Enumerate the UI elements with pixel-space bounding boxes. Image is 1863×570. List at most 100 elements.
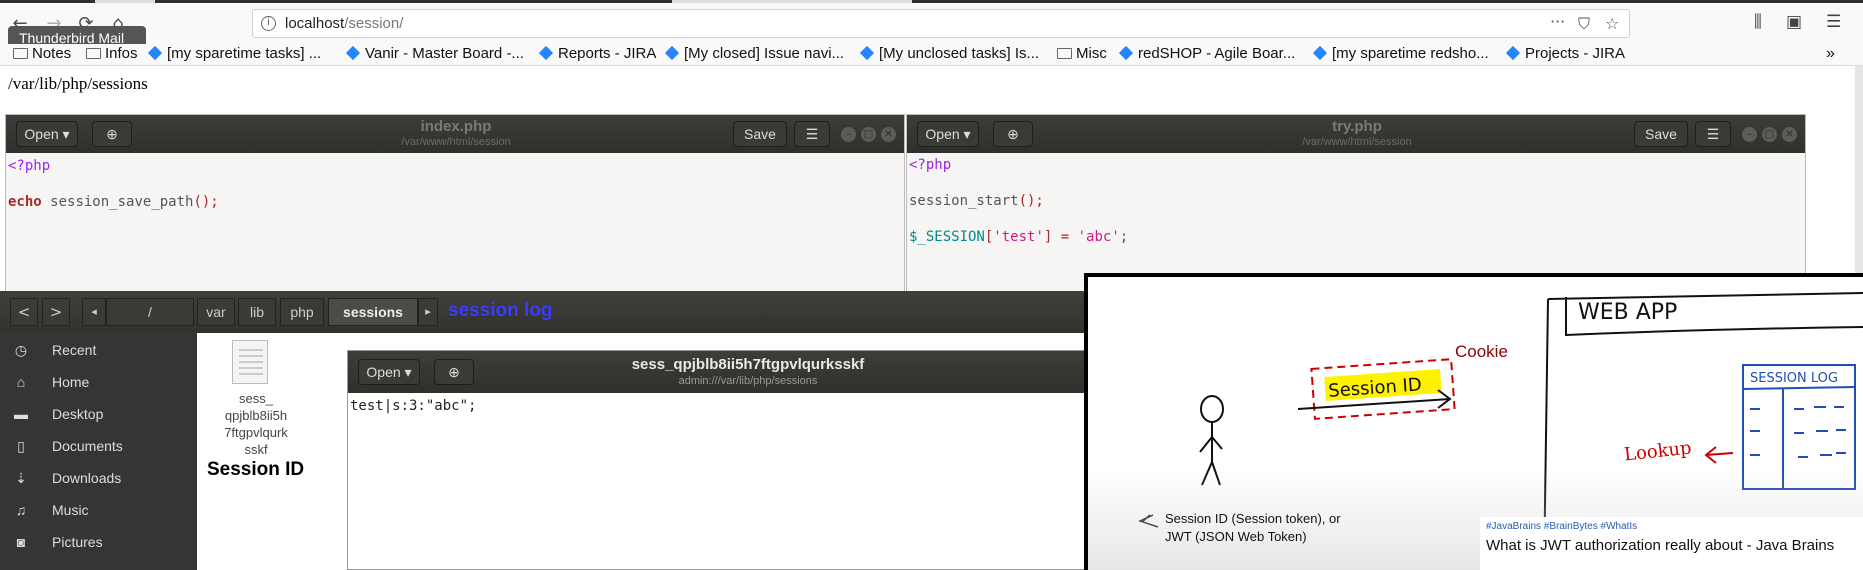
- code-line[interactable]: echo session_save_path();: [8, 194, 219, 210]
- save-button[interactable]: Save: [1634, 121, 1688, 147]
- breadcrumb-sessions[interactable]: sessions: [328, 298, 418, 326]
- sidebar-item-home[interactable]: ⌂ Home: [0, 367, 197, 399]
- text-file-icon[interactable]: [232, 340, 268, 384]
- editor-subtitle: /var/www/html/session: [1302, 136, 1412, 148]
- breadcrumb-lib[interactable]: lib: [238, 298, 276, 326]
- jira-icon: [538, 45, 554, 61]
- camera-icon: ◙: [16, 534, 26, 550]
- sidebar-toggle-icon[interactable]: ▣: [1786, 12, 1802, 32]
- document-icon: ▯: [17, 438, 25, 454]
- bookmark-item[interactable]: [My closed] Issue navi...: [664, 45, 844, 62]
- cookie-label: Cookie: [1455, 342, 1508, 361]
- sidebar-item-label: Documents: [52, 438, 123, 454]
- sidebar-item-recent[interactable]: ◷ Recent: [0, 335, 197, 367]
- breadcrumb-root[interactable]: /: [106, 298, 194, 326]
- hamburger-menu-icon[interactable]: ☰: [794, 121, 830, 147]
- open-button[interactable]: Open ▾: [917, 121, 979, 147]
- bookmark-item[interactable]: Vanir - Master Board -...: [345, 45, 524, 62]
- code-line[interactable]: session_start();: [909, 193, 1044, 209]
- open-button[interactable]: Open ▾: [16, 121, 78, 147]
- url-text[interactable]: localhost/session/: [285, 15, 403, 32]
- clock-icon: ◷: [14, 342, 28, 358]
- bookmark-item[interactable]: Misc: [1057, 45, 1107, 62]
- url-bar[interactable]: i localhost/session/ ··· ⛉ ☆: [252, 9, 1630, 38]
- code-line[interactable]: <?php: [8, 158, 50, 174]
- bookmark-item[interactable]: [my sparetime redsho...: [1312, 45, 1489, 62]
- breadcrumb-right-arrow[interactable]: ▸: [418, 298, 438, 326]
- download-icon: ⇣: [15, 470, 27, 486]
- places-sidebar: ◷ Recent ⌂ Home ▬ Desktop ▯ Documents ⇣ Downl…: [0, 333, 197, 570]
- caption-line: Session ID (Session token), or: [1165, 511, 1341, 526]
- pocket-icon[interactable]: ⛉: [1578, 14, 1590, 34]
- scrollbar[interactable]: [1855, 66, 1863, 276]
- bookmark-item[interactable]: Infos: [86, 45, 138, 62]
- minimize-icon[interactable]: –: [1742, 127, 1757, 142]
- hamburger-menu-icon[interactable]: ☰: [1695, 121, 1731, 147]
- open-label: Open: [925, 126, 960, 142]
- new-tab-button[interactable]: ⊕: [92, 121, 132, 147]
- maximize-icon[interactable]: □: [1762, 127, 1777, 142]
- sidebar-item-desktop[interactable]: ▬ Desktop: [0, 399, 197, 431]
- jira-icon: [859, 45, 875, 61]
- tab-strip: [0, 0, 1863, 3]
- sidebar-item-documents[interactable]: ▯ Documents: [0, 431, 197, 463]
- bookmark-star-icon[interactable]: ☆: [1605, 14, 1619, 33]
- file-name[interactable]: sess_ qpjblb8ii5h 7ftgpvlqurk sskf: [200, 390, 312, 458]
- sidebar-item-downloads[interactable]: ⇣ Downloads: [0, 463, 197, 495]
- sidebar-item-pictures[interactable]: ◙ Pictures: [0, 527, 197, 559]
- video-title[interactable]: What is JWT authorization really about -…: [1486, 537, 1834, 554]
- back-arrow-icon[interactable]: <: [10, 298, 38, 326]
- page-actions-icon[interactable]: ···: [1550, 12, 1565, 31]
- jira-icon: [1312, 45, 1328, 61]
- tab-indicator: [95, 0, 155, 3]
- desktop-icon: ▬: [14, 406, 28, 422]
- bookmark-item[interactable]: [My unclosed tasks] Is...: [859, 45, 1039, 62]
- menu-icon[interactable]: ☰: [1826, 12, 1841, 32]
- bookmarks-toolbar: Notes Infos [my sparetime tasks] ... Van…: [0, 44, 1863, 66]
- open-button[interactable]: Open ▾: [358, 359, 420, 385]
- forward-arrow-icon[interactable]: >: [42, 298, 70, 326]
- sidebar-item-music[interactable]: ♫ Music: [0, 495, 197, 527]
- info-icon[interactable]: i: [261, 16, 276, 31]
- editor-subtitle: /var/www/html/session: [401, 136, 511, 148]
- session-key: 'test': [993, 229, 1044, 245]
- folder-icon: [86, 48, 101, 59]
- sidebar-item-label: Desktop: [52, 406, 104, 422]
- bookmark-item[interactable]: [my sparetime tasks] ...: [147, 45, 322, 62]
- bookmark-item[interactable]: redSHOP - Agile Boar...: [1118, 45, 1295, 62]
- video-hashtags[interactable]: #JavaBrains #BrainBytes #WhatIs: [1486, 521, 1637, 532]
- bookmark-label: [my sparetime tasks] ...: [167, 45, 322, 62]
- breadcrumb-php[interactable]: php: [280, 298, 324, 326]
- minimize-icon[interactable]: –: [841, 127, 856, 142]
- new-tab-button[interactable]: ⊕: [993, 121, 1033, 147]
- breadcrumb-var[interactable]: var: [197, 298, 235, 326]
- editor-window-index: Open ▾ ⊕ index.php /var/www/html/session…: [5, 114, 905, 294]
- code-line[interactable]: $_SESSION['test'] = 'abc';: [909, 229, 1128, 245]
- close-icon[interactable]: ✕: [881, 127, 896, 142]
- close-icon[interactable]: ✕: [1782, 127, 1797, 142]
- call-parens: ();: [1018, 193, 1044, 209]
- editor-window-session-file: Open ▾ ⊕ sess_qpjblb8ii5h7ftgpvlqurksskf…: [347, 350, 1087, 570]
- breadcrumb-left-arrow[interactable]: ◂: [82, 298, 106, 326]
- bookmark-item[interactable]: Projects - JIRA: [1505, 45, 1626, 62]
- session-log-label: SESSION LOG: [1750, 371, 1838, 386]
- bookmark-label: Vanir - Master Board -...: [365, 45, 524, 62]
- file-content[interactable]: test|s:3:"abc";: [350, 398, 476, 414]
- bookmark-item[interactable]: Notes: [13, 45, 71, 62]
- page-text: /var/lib/php/sessions: [8, 74, 148, 93]
- url-path: /session/: [344, 15, 404, 32]
- session-id-annotation: Session ID: [207, 459, 305, 480]
- bookmark-item[interactable]: Reports - JIRA: [538, 45, 656, 62]
- library-icon[interactable]: ⫼: [1754, 12, 1762, 32]
- bookmarks-overflow-icon[interactable]: »: [1826, 45, 1835, 63]
- new-tab-button[interactable]: ⊕: [434, 359, 474, 385]
- function-name: session_start: [909, 193, 1019, 209]
- code-line[interactable]: <?php: [909, 157, 951, 173]
- php-open-tag: <?php: [909, 157, 952, 173]
- bookmark-label: Projects - JIRA: [1525, 45, 1626, 62]
- sidebar-item-label: Pictures: [52, 534, 103, 550]
- save-button[interactable]: Save: [733, 121, 787, 147]
- open-label: Open: [24, 126, 59, 142]
- file-name-line: qpjblb8ii5h: [224, 408, 288, 423]
- maximize-icon[interactable]: □: [861, 127, 876, 142]
